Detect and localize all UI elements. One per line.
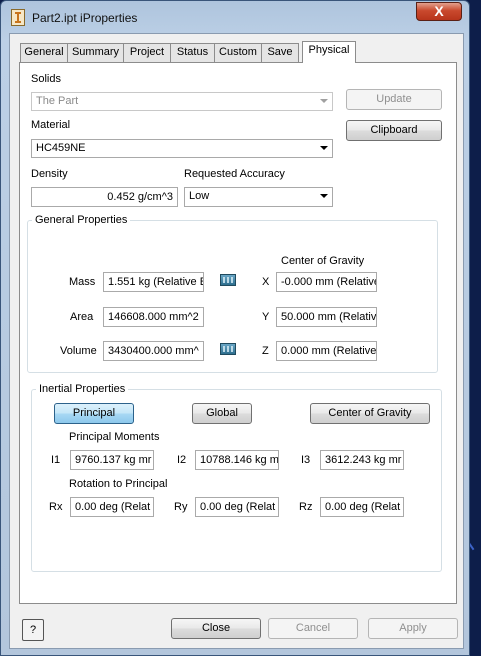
- center-of-gravity-button[interactable]: Center of Gravity: [310, 403, 430, 424]
- physical-tab-panel: Solids The Part Update Material Clipboar…: [19, 62, 457, 604]
- solids-label: Solids: [31, 73, 61, 85]
- general-properties-title: General Properties: [32, 214, 131, 226]
- i1-label: I1: [51, 454, 61, 466]
- material-dropdown[interactable]: HC459NE: [31, 139, 333, 158]
- title-bar[interactable]: Part2.ipt iProperties X: [1, 1, 471, 33]
- area-label: Area: [70, 311, 94, 323]
- rx-label: Rx: [49, 501, 63, 513]
- mass-field[interactable]: 1.551 kg (Relative E: [103, 272, 204, 292]
- accuracy-dropdown[interactable]: Low: [184, 187, 333, 207]
- update-button[interactable]: Update: [346, 89, 442, 110]
- mass-label: Mass: [69, 276, 96, 288]
- cog-z-field[interactable]: 0.000 mm (Relative: [276, 341, 377, 361]
- cog-x-field[interactable]: -0.000 mm (Relative: [276, 272, 377, 292]
- close-window-button[interactable]: X: [416, 2, 462, 21]
- rx-field[interactable]: 0.00 deg (Relat: [70, 497, 154, 517]
- calculator-icon[interactable]: [220, 274, 236, 286]
- tab-general[interactable]: General: [20, 43, 68, 62]
- principal-button[interactable]: Principal: [54, 403, 134, 424]
- center-of-gravity-label: Center of Gravity: [281, 255, 365, 267]
- tab-project[interactable]: Project: [123, 43, 171, 62]
- tab-status[interactable]: Status: [170, 43, 215, 62]
- global-button[interactable]: Global: [192, 403, 252, 424]
- help-icon: ?: [29, 624, 37, 636]
- rz-field[interactable]: 0.00 deg (Relat: [320, 497, 404, 517]
- cog-y-label: Y: [262, 311, 270, 323]
- solids-value: The Part: [36, 95, 79, 107]
- volume-label: Volume: [60, 345, 97, 357]
- solids-dropdown[interactable]: The Part: [31, 92, 333, 111]
- accuracy-label: Requested Accuracy: [184, 168, 285, 180]
- cog-y-field[interactable]: 50.000 mm (Relativ: [276, 307, 377, 327]
- area-field[interactable]: 146608.000 mm^2: [103, 307, 204, 327]
- chevron-down-icon: [320, 194, 328, 198]
- close-button[interactable]: Close: [171, 618, 261, 639]
- inventor-part-icon: [11, 9, 25, 26]
- material-label: Material: [31, 119, 71, 131]
- density-label: Density: [31, 168, 68, 180]
- tab-physical[interactable]: Physical: [302, 41, 356, 63]
- i1-field[interactable]: 9760.137 kg mr: [70, 450, 154, 470]
- tab-save[interactable]: Save: [261, 43, 299, 62]
- rotation-to-principal-label: Rotation to Principal: [69, 478, 168, 490]
- cog-x-label: X: [262, 276, 270, 288]
- ry-field[interactable]: 0.00 deg (Relat: [195, 497, 279, 517]
- ry-label: Ry: [174, 501, 188, 513]
- material-value: HC459NE: [36, 142, 86, 154]
- tab-summary[interactable]: Summary: [67, 43, 124, 62]
- chevron-down-icon: [320, 146, 328, 150]
- cancel-button[interactable]: Cancel: [268, 618, 358, 639]
- cog-z-label: Z: [262, 345, 269, 357]
- principal-moments-label: Principal Moments: [69, 431, 160, 443]
- rz-label: Rz: [299, 501, 313, 513]
- help-button[interactable]: ?: [22, 619, 44, 641]
- density-field[interactable]: 0.452 g/cm^3: [31, 187, 178, 207]
- i3-label: I3: [301, 454, 311, 466]
- i3-field[interactable]: 3612.243 kg mr: [320, 450, 404, 470]
- clipboard-button[interactable]: Clipboard: [346, 120, 442, 141]
- apply-button[interactable]: Apply: [368, 618, 458, 639]
- inertial-properties-title: Inertial Properties: [36, 383, 129, 395]
- calculator-icon[interactable]: [220, 343, 236, 355]
- tab-custom[interactable]: Custom: [214, 43, 262, 62]
- chevron-down-icon: [320, 99, 328, 103]
- accuracy-value: Low: [189, 190, 210, 202]
- window-title: Part2.ipt iProperties: [32, 11, 138, 25]
- volume-field[interactable]: 3430400.000 mm^: [103, 341, 204, 361]
- i2-label: I2: [177, 454, 187, 466]
- iproperties-window: Part2.ipt iProperties X General Summary …: [0, 0, 470, 656]
- dialog-client-area: General Summary Project Status Custom Sa…: [9, 33, 464, 649]
- i2-field[interactable]: 10788.146 kg m: [195, 450, 279, 470]
